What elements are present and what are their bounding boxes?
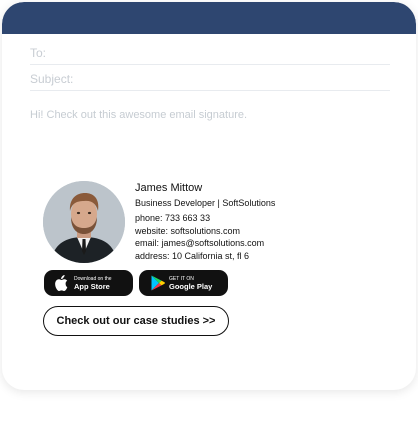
signature-name: James Mittow — [135, 182, 203, 194]
avatar-portrait — [43, 181, 125, 263]
subject-label: Subject: — [30, 72, 74, 86]
apple-icon — [55, 275, 68, 291]
google-play-button[interactable]: GET IT ON Google Play — [139, 270, 228, 296]
signature-title: Business Developer | SoftSolutions — [135, 198, 276, 208]
subject-field[interactable]: Subject: — [30, 68, 390, 91]
signature-address: address: 10 California st, fl 6 — [135, 251, 250, 261]
to-label: To: — [30, 46, 47, 60]
to-field[interactable]: To: — [30, 42, 390, 65]
google-play-big-text: Google Play — [169, 282, 213, 291]
app-store-big-text: App Store — [74, 282, 110, 291]
app-store-button[interactable]: Download on the App Store — [44, 270, 133, 296]
signature-email[interactable]: email: james@softsolutions.com — [135, 238, 264, 249]
email-body-text[interactable]: Hi! Check out this awesome email signatu… — [30, 109, 247, 121]
signature-website[interactable]: website: softsolutions.com — [135, 226, 240, 237]
case-studies-button[interactable]: Check out our case studies >> — [43, 306, 229, 336]
avatar — [43, 181, 125, 263]
google-play-icon — [151, 275, 165, 291]
signature-phone: phone: 733 663 33 — [135, 213, 211, 223]
compose-header-bar — [2, 2, 416, 34]
